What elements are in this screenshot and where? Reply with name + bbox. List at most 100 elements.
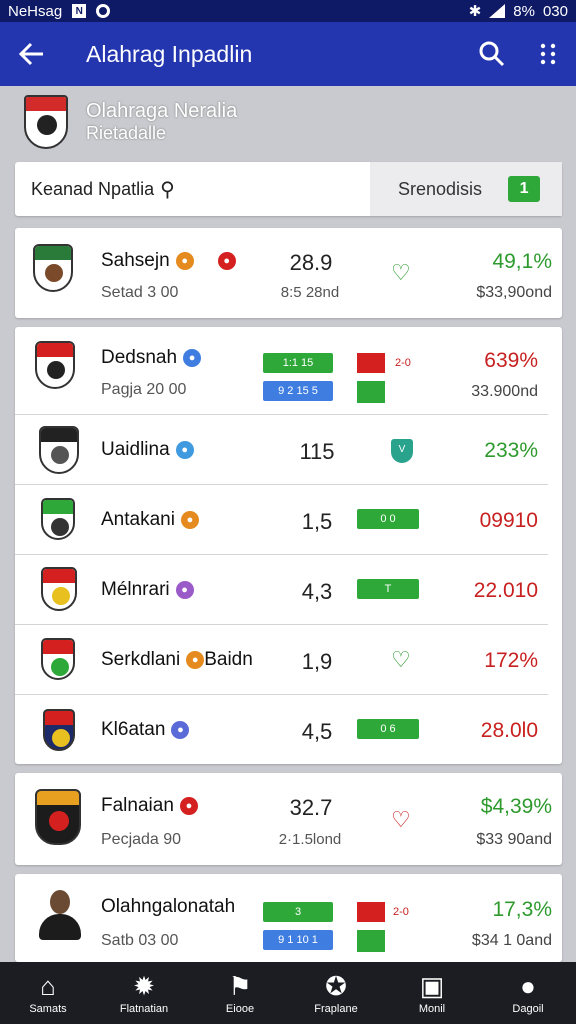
team-crest [35,789,81,845]
bluetooth-icon: ✱ [468,3,482,20]
notification-icon: N [72,4,87,18]
team-row[interactable]: Mélnrari ● 4,3 T 22.010 [15,555,548,625]
team-score: 32.7 [289,795,333,820]
team-crest [43,709,75,751]
team-pct-sub: $34 1 0and [471,932,552,949]
team-name: Uaidlina [101,439,170,460]
team-pct: 639% [484,349,538,372]
home-icon: ⌂ [40,971,56,1001]
team-sub: Setad 3 00 [101,284,179,301]
stat-bar: 0 0 [357,509,419,529]
heart-icon[interactable]: ♡ [391,807,411,833]
team-name: Mélnrari [101,579,170,600]
badge-icon: ● [180,510,199,529]
team-crest [33,244,73,292]
team-score: 4,5 [301,719,333,744]
nav-item-fraplane[interactable]: ✪ Fraplane [288,962,384,1024]
team-name: Antakani [101,509,175,530]
runner-icon: ⚑ [228,971,252,1001]
team-crest [39,426,79,474]
team-pct: 233% [484,439,538,462]
league-header: Olahraga Neralia Rietadalle [0,86,576,158]
team-crest [35,341,75,389]
badge-icon: ● [171,720,190,739]
filter-button[interactable]: 1 [508,176,541,202]
team-name: Dedsnah [101,347,178,368]
team-name: Olahngalonatah [101,896,236,917]
team-row[interactable]: Antakani ● 1,5 0 0 09910 [15,485,548,555]
stat-marker [357,902,385,922]
nav-label: Dagoil [512,1003,544,1015]
team-score-sub: 2·1.5lond [278,831,342,848]
search-value: Keanad Npatlia [31,178,155,199]
stat-bar: 3 [263,902,333,922]
stat-label: 2-0 [395,357,411,369]
stat-marker [357,353,385,373]
team-pct: 22.010 [473,579,538,602]
profile-icon: ● [520,971,536,1001]
badge-icon: ● [183,348,202,367]
team-row[interactable]: Kl6atan ● 4,5 0 6 28.0l0 [15,695,548,765]
app-title: Alahrag Inpadlin [86,40,253,67]
team-score: 4,3 [301,579,333,604]
stat-bar: 9 1 10 1 [263,930,333,950]
dots-grid-icon [540,43,556,65]
team-pct: 09910 [479,509,538,532]
arrow-left-icon [19,42,43,66]
heart-icon[interactable]: ♡ [391,260,411,286]
app-bar: Alahrag Inpadlin [0,22,576,86]
trophy-icon: ✪ [325,971,347,1001]
badge-icon: ● [175,580,194,599]
heart-icon[interactable]: ♡ [391,647,411,673]
back-button[interactable] [0,22,64,86]
grid-icon: ▣ [419,971,445,1001]
team-card[interactable]: Sahsejn ● ● Setad 3 00 28.9 8:5 28nd ♡ 49,… [15,228,562,318]
team-sub: Pagja 20 00 [101,381,187,398]
team-name: Sahsejn [101,250,170,271]
more-button[interactable] [520,22,576,86]
team-pct: $4,39% [480,795,552,818]
nav-label: Monil [418,1003,446,1015]
team-crest [41,638,75,680]
badge-icon: ● [175,440,194,459]
team-score: 1,9 [301,649,333,674]
team-pct-sub: 33.900nd [471,383,538,400]
search-icon [479,41,505,67]
team-sub: Satb 03 00 [101,932,179,949]
bottom-navigation: ⌂ Samats ✹ Flatnatian ⚑ Eiooe ✪ Fraplane… [0,962,576,1024]
nav-item-eiooe[interactable]: ⚑ Eiooe [192,962,288,1024]
clock-text: 030 [542,2,568,20]
team-pct: 172% [484,649,538,672]
sync-icon [96,4,111,18]
filter-label: Srenodisis [398,178,483,199]
nav-label: Flatnatian [119,1003,169,1015]
search-input[interactable]: Keanad Npatlia ⚲ [15,162,370,216]
nav-item-dagoil[interactable]: ● Dagoil [480,962,576,1024]
nav-item-monil[interactable]: ▣ Monil [384,962,480,1024]
stat-bar: T [357,579,419,599]
team-sub: Pecjada 90 [101,831,182,848]
team-pct-sub: $33,90ond [476,284,552,301]
team-name: Serkdlani [101,649,181,670]
team-card[interactable]: Olahngalonatah Satb 03 00 3 9 1 10 1 2-0… [15,874,562,962]
team-row[interactable]: Dedsnah ● Pagja 20 00 1:1 15 9 2 15 5 2-0… [15,327,548,415]
team-score-sub: 8:5 28nd [280,284,340,301]
nav-item-samats[interactable]: ⌂ Samats [0,962,96,1024]
team-pct-sub: $33 90and [476,831,552,848]
search-icon: ⚲ [160,178,175,201]
league-logo [24,95,68,149]
shield-icon: V [391,439,413,463]
battery-text: 8% [513,2,535,20]
team-card[interactable]: Falnaian ● Pecjada 90 32.7 2·1.5lond ♡ $4… [15,773,562,865]
search-bar: Keanad Npatlia ⚲ Srenodisis 1 [15,162,562,216]
team-score: 28.9 [289,250,333,275]
filter-dropdown[interactable]: Srenodisis 1 [370,162,562,216]
carrier-text: NeHsag [8,2,63,20]
nav-item-flatnatian[interactable]: ✹ Flatnatian [96,962,192,1024]
search-button[interactable] [464,22,520,86]
team-pct: 49,1% [492,250,552,273]
team-row[interactable]: Uaidlina ● 115 V 233% [15,415,548,485]
team-row[interactable]: Serkdlani ● Baidn 1,9 ♡ 172% [15,625,548,695]
stat-marker [357,930,385,952]
team-name: Falnaian [101,795,174,816]
